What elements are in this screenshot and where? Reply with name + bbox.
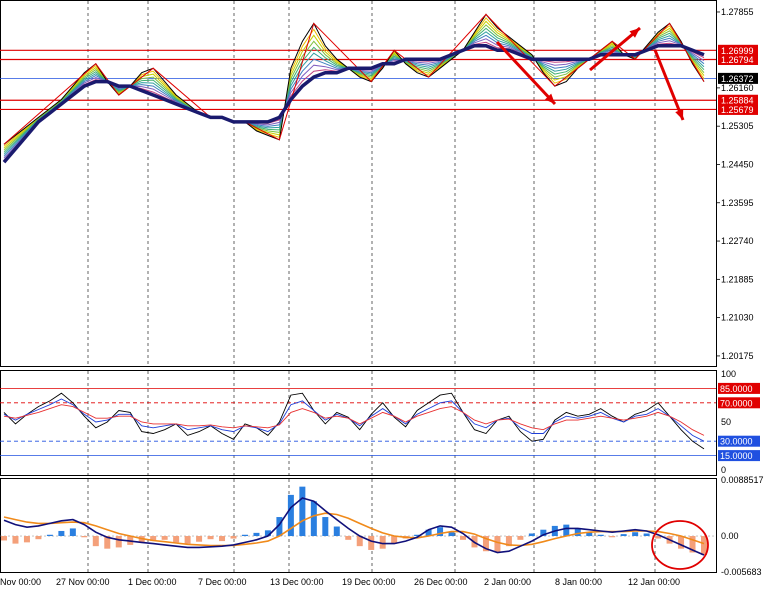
macd-histogram-bar	[219, 536, 226, 542]
macd-histogram-bar	[207, 536, 214, 540]
macd-histogram-bar	[23, 536, 30, 543]
macd-histogram-bar	[517, 536, 524, 540]
macd-histogram-bar	[528, 533, 535, 537]
macd-histogram-bar	[241, 534, 248, 537]
macd-panel	[0, 478, 717, 573]
macd-histogram-bar	[368, 536, 375, 550]
price-tick-label: 1.23595	[721, 198, 754, 208]
macd-histogram-bar	[333, 526, 340, 537]
macd-histogram-bar	[184, 536, 191, 544]
macd-histogram-bar	[643, 533, 650, 537]
rsi-chart	[0, 387, 716, 457]
macd-histogram-bar	[574, 528, 581, 537]
x-axis-label: 13 Dec 00:00	[270, 577, 324, 587]
x-axis-label: 8 Jan 00:00	[555, 577, 602, 587]
trend-arrow-down-right-head	[675, 109, 684, 120]
macd-histogram-bar	[115, 536, 122, 548]
x-axis-label: 2 Jan 00:00	[484, 577, 531, 587]
axis-ticks: 1.278551.269991.267941.263721.261601.258…	[716, 7, 764, 577]
x-axis-label: 12 Jan 00:00	[628, 577, 680, 587]
macd-chart	[0, 486, 716, 570]
macd-histogram-bar	[173, 536, 180, 543]
macd-histogram-bar	[58, 530, 65, 537]
rsi-level-label: 85.0000	[720, 384, 753, 394]
macd-histogram-bar	[299, 486, 306, 537]
macd-histogram-bar	[1, 536, 7, 541]
rsi-level-label: 70.0000	[720, 398, 753, 408]
macd-histogram-bar	[196, 536, 203, 542]
macd-histogram-bar	[161, 536, 168, 540]
macd-tick-label: 0.0088517	[721, 475, 764, 485]
price-tick-label: 1.22740	[721, 236, 754, 246]
macd-histogram-bar	[448, 532, 455, 537]
macd-histogram-bar	[494, 536, 501, 553]
price-close-line	[3, 13, 705, 145]
price-level-label: 1.25679	[721, 105, 754, 115]
macd-histogram-bar	[253, 532, 260, 537]
rsi-tick-label: 100	[721, 369, 736, 379]
price-tick-label: 1.26160	[721, 83, 754, 93]
x-axis-label: 7 Dec 00:00	[198, 577, 247, 587]
price-tick-label: 1.24450	[721, 159, 754, 169]
x-axis-label: Nov 00:00	[0, 577, 41, 587]
x-axis-label: 26 Dec 00:00	[414, 577, 468, 587]
macd-histogram-bar	[69, 528, 76, 537]
price-tick-label: 1.20175	[721, 351, 754, 361]
forex-chart[interactable]: 1.278551.269991.267941.263721.261601.258…	[0, 0, 770, 590]
price-tick-label: 1.27855	[721, 7, 754, 17]
macd-histogram-bar	[460, 536, 467, 540]
macd-histogram-bar	[230, 536, 237, 539]
macd-histogram-bar	[92, 536, 99, 547]
price-tick-label: 1.25305	[721, 121, 754, 131]
price-level-label: 1.26794	[721, 55, 754, 65]
macd-histogram-bar	[563, 524, 570, 537]
macd-histogram-bar	[609, 536, 616, 538]
x-axis-label: 1 Dec 00:00	[128, 577, 177, 587]
x-axis-label: 27 Nov 00:00	[56, 577, 110, 587]
price-tick-label: 1.21885	[721, 274, 754, 284]
macd-histogram-bar	[81, 536, 88, 538]
rsi-level-label: 15.0000	[720, 451, 753, 461]
macd-histogram-bar	[597, 534, 604, 537]
macd-histogram-bar	[632, 532, 639, 537]
macd-tick-label: -0.005683	[721, 567, 762, 577]
macd-histogram-bar	[35, 536, 42, 540]
macd-histogram-bar	[46, 534, 53, 537]
rsi-tick-label: 0	[721, 465, 726, 475]
price-chart	[0, 13, 716, 164]
rsi-tick-label: 50	[721, 417, 731, 427]
ma-ribbon-line	[3, 24, 705, 151]
x-axis-labels: Nov 00:00 27 Nov 00:00 1 Dec 00:00 7 Dec 00…	[0, 577, 680, 587]
zigzag-line	[3, 13, 705, 145]
macd-histogram-bar	[310, 501, 317, 537]
panel-frames	[0, 0, 717, 573]
macd-histogram-bar	[678, 536, 685, 549]
macd-histogram-bar	[345, 536, 352, 540]
rsi-level-label: 30.0000	[720, 437, 753, 447]
ma-ribbon-line	[3, 20, 705, 149]
macd-histogram-bar	[620, 534, 627, 537]
vertical-grid	[87, 1, 656, 572]
price-tick-label: 1.21030	[721, 313, 754, 323]
macd-tick-label: 0.00	[721, 531, 739, 541]
x-axis-label: 19 Dec 00:00	[342, 577, 396, 587]
ma-ribbon-line	[3, 27, 705, 153]
macd-histogram-bar	[322, 517, 329, 537]
macd-histogram-bar	[12, 536, 19, 544]
